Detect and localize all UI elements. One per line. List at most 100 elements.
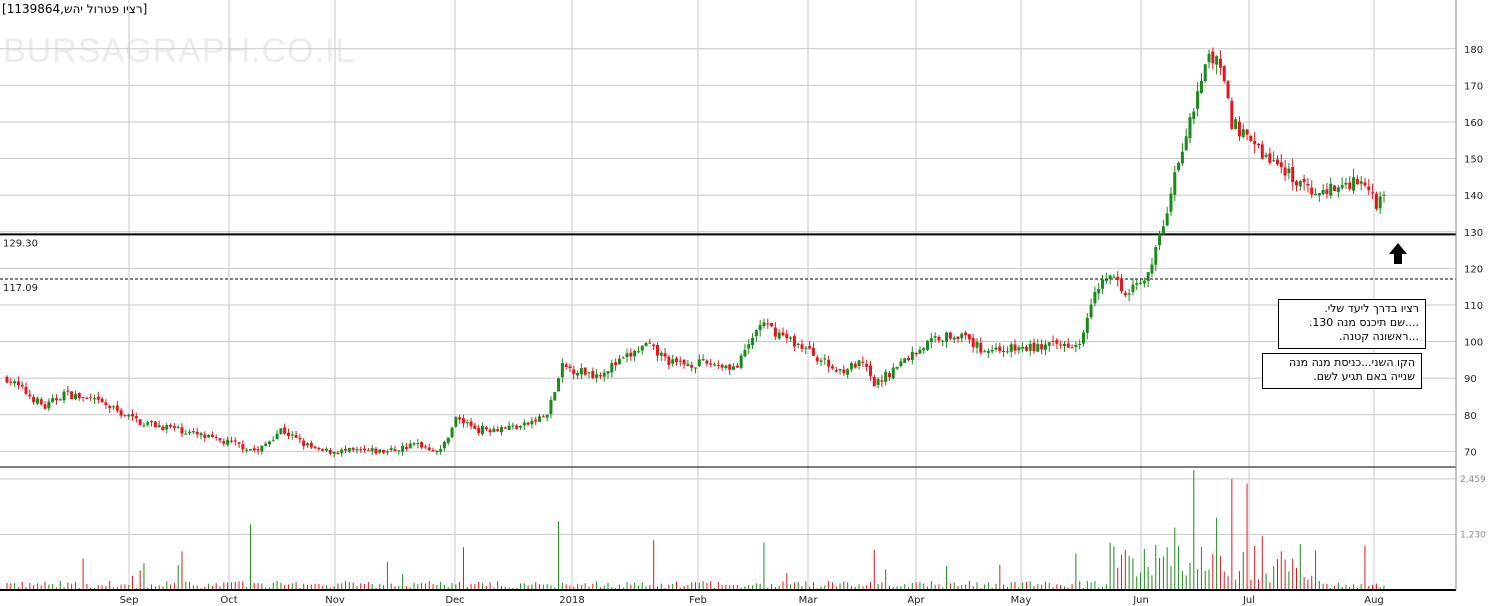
candles [5,47,1386,458]
y-tick-label: 80 [1464,411,1477,422]
candle [1032,338,1036,354]
candle [81,396,85,402]
reference-line-label: 117.09 [3,283,38,294]
x-tick-label: Aug [1364,595,1384,606]
candle [461,414,465,428]
candle [1249,134,1253,143]
candle [990,344,994,354]
candle [830,364,834,370]
candle [119,407,123,419]
candle [770,322,774,328]
candle [534,416,538,425]
candle [557,377,561,392]
candle [1230,97,1234,131]
candle [1215,55,1219,75]
candle [511,422,515,430]
candle [1169,186,1173,217]
candle [1211,47,1215,70]
candle [355,446,359,454]
candle [484,425,488,432]
candle [1264,152,1268,158]
candle [834,366,838,373]
candle [176,424,180,430]
candle [663,348,667,361]
candle [180,423,184,437]
candle [47,398,51,412]
candle [427,443,431,452]
candle [526,421,530,426]
candle [846,368,850,379]
candle [458,414,462,424]
candle [131,409,135,421]
candle [887,371,891,381]
candle [306,442,310,448]
candle [1028,340,1032,356]
candle [519,425,523,430]
candle [1260,140,1264,160]
candle [480,422,484,436]
candle [496,426,500,433]
candle [13,379,17,388]
candle [553,391,557,401]
candle [340,447,344,457]
candle [853,361,857,369]
candle [222,438,226,447]
candle [659,350,663,362]
candle [454,416,458,429]
candle [488,427,492,436]
candle [401,442,405,456]
candle [1002,345,1006,358]
candle [397,449,401,455]
candle [610,359,614,378]
candle [172,423,176,432]
candle [1222,65,1226,84]
note-line: רציו בדרך ליעד שלי. [1324,302,1419,315]
candle [743,344,747,358]
candle [28,389,32,400]
x-tick-label: Sep [120,595,139,606]
x-tick-label: Jun [1132,595,1149,606]
candle [1009,342,1013,358]
candle [621,356,625,359]
candle [366,447,370,451]
candle [758,319,762,337]
candle [1291,158,1295,191]
candle [903,357,907,364]
candle [652,343,656,351]
candle [1336,184,1340,198]
candle [134,412,138,423]
candle [416,439,420,449]
candle [849,361,853,373]
candle [583,367,587,377]
candle [1135,279,1139,291]
candle [986,348,990,358]
candle [827,355,831,373]
candle [678,356,682,367]
candle [32,394,36,405]
candle [1104,272,1108,284]
candle [1340,177,1344,190]
candle [1112,274,1116,279]
candle [404,442,408,452]
candle [842,365,846,376]
candle [1024,344,1028,352]
candle [1093,286,1097,307]
candle [579,363,583,380]
candle [960,332,964,343]
candle [260,445,264,455]
candle [720,363,724,371]
candle [210,431,214,438]
candle [568,363,572,373]
candle [994,342,998,352]
candle [70,391,74,400]
candle [907,355,911,362]
candle [640,345,644,355]
volume-tick-label: 2,459 [1460,475,1486,485]
candle [1329,177,1333,199]
x-tick-label: 2018 [559,595,584,606]
candle [910,346,914,365]
candle [998,342,1002,354]
candle [732,363,736,370]
candle [735,362,739,368]
candle [1120,273,1124,294]
